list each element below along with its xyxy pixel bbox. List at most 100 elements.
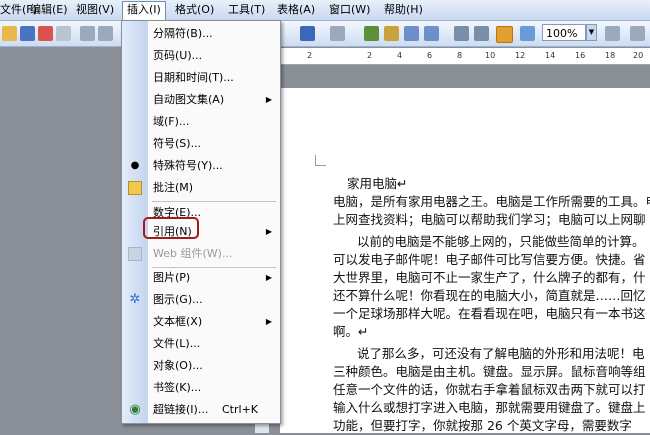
hyperlink-globe-icon: ◉ bbox=[129, 402, 141, 417]
menu-item-web-component[interactable]: Web 组件(W)... bbox=[122, 243, 280, 265]
ruler-tick: 12 bbox=[515, 51, 526, 60]
ruler-tick: 4 bbox=[397, 51, 403, 60]
menu-item-label: 自动图文集(A) bbox=[153, 93, 225, 106]
doc-line: 任意一个文件的话，你就右手拿着鼠标双击两下就可以打 bbox=[333, 382, 646, 397]
menu-window[interactable]: 窗口(W) bbox=[325, 2, 374, 18]
insert-table-icon[interactable] bbox=[404, 26, 419, 41]
save-icon[interactable] bbox=[20, 26, 35, 41]
ruler-tick: 14 bbox=[545, 51, 556, 60]
help-icon[interactable] bbox=[605, 26, 620, 41]
menu-item-label: 超链接(I)... bbox=[153, 403, 209, 416]
standard-toolbar: 100% ▼ bbox=[0, 21, 650, 47]
insert-excel-icon[interactable] bbox=[424, 26, 439, 41]
margin-corner-mark bbox=[315, 155, 326, 166]
doc-line: 一个足球场那样大呢。在看看现在吧，电脑只有一本书这 bbox=[333, 306, 646, 321]
print-icon[interactable] bbox=[80, 26, 95, 41]
menu-item-autotext[interactable]: 自动图文集(A) ▶ bbox=[122, 89, 280, 111]
menu-table[interactable]: 表格(A) bbox=[273, 2, 319, 18]
open-icon[interactable] bbox=[2, 26, 17, 41]
menu-item-bookmark[interactable]: 书签(K)... bbox=[122, 377, 280, 399]
menu-item-picture[interactable]: 图片(P) ▶ bbox=[122, 267, 280, 289]
menu-tools[interactable]: 工具(T) bbox=[224, 2, 269, 18]
doc-line: 说了那么多，可还没有了解电脑的外形和用法呢！电 bbox=[357, 346, 645, 361]
menu-bar: 文件(F) 编辑(E) 视图(V) 插入(I) 格式(O) 工具(T) 表格(A… bbox=[0, 0, 650, 21]
menu-item-label: 批注(M) bbox=[153, 181, 194, 194]
web-component-icon bbox=[128, 247, 142, 261]
permission-icon[interactable] bbox=[38, 26, 53, 41]
reference-highlight-box bbox=[143, 217, 199, 239]
doc-line: 啊。↵ bbox=[333, 324, 369, 339]
ruler-tick: 2 bbox=[367, 51, 373, 60]
menu-item-comment[interactable]: 批注(M) bbox=[122, 177, 280, 199]
ruler-tick: 2 bbox=[307, 51, 313, 60]
zoom-box[interactable]: 100% bbox=[542, 24, 586, 41]
doc-line: 还不算什么呢！你看现在的电脑大小，简直就是……回忆 bbox=[333, 288, 646, 303]
zoom-dropdown-icon[interactable]: ▼ bbox=[586, 24, 597, 41]
ruler-tick: 16 bbox=[575, 51, 586, 60]
ruler-tick: 6 bbox=[427, 51, 433, 60]
email-icon[interactable] bbox=[56, 26, 71, 41]
menu-item-label: 文件(L)... bbox=[153, 337, 201, 350]
doc-line: 大世界里，电脑可不止一家生产了，什么牌子的都有，什 bbox=[333, 270, 646, 285]
menu-item-special-symbol[interactable]: ● 特殊符号(Y)... bbox=[122, 155, 280, 177]
columns-icon[interactable] bbox=[454, 26, 469, 41]
menu-item-label: 图片(P) bbox=[153, 271, 191, 284]
doc-line: 三种颜色。电脑是由主机。键盘。显示屏。鼠标音响等组 bbox=[333, 364, 646, 379]
special-symbol-icon: ● bbox=[130, 160, 140, 171]
menu-item-shortcut: Ctrl+K bbox=[222, 403, 259, 416]
menu-item-hyperlink[interactable]: ◉ 超链接(I)... Ctrl+K bbox=[122, 399, 280, 421]
drawing-icon[interactable] bbox=[474, 26, 489, 41]
menu-item-label: 图示(G)... bbox=[153, 293, 203, 306]
doc-line: 电脑，是所有家用电器之王。电脑是工作所需要的工具。电 bbox=[333, 194, 650, 209]
menu-item-label: 域(F)... bbox=[153, 115, 190, 128]
menu-item-label: 书签(K)... bbox=[153, 381, 202, 394]
reading-mode-icon[interactable] bbox=[630, 26, 645, 41]
menu-item-label: 特殊符号(Y)... bbox=[153, 159, 223, 172]
comment-icon bbox=[128, 181, 142, 195]
menu-item-date-time[interactable]: 日期和时间(T)... bbox=[122, 67, 280, 89]
tables-borders-icon[interactable] bbox=[384, 26, 399, 41]
submenu-arrow-icon: ▶ bbox=[265, 273, 272, 282]
menu-item-label: Web 组件(W)... bbox=[153, 247, 233, 260]
doc-line: 可以发电子邮件呢！电子邮件可比写信要方便。快捷。省 bbox=[333, 252, 646, 267]
doc-line: 输入什么或想打字进入电脑，那就需要用键盘了。键盘上 bbox=[333, 400, 646, 415]
menu-item-label: 符号(S)... bbox=[153, 137, 202, 150]
submenu-arrow-icon: ▶ bbox=[265, 317, 272, 326]
submenu-arrow-icon: ▶ bbox=[265, 95, 272, 104]
show-hide-icon[interactable] bbox=[520, 26, 535, 41]
doc-line: 上网查找资料；电脑可以帮助我们学习；电脑可以上网聊 bbox=[333, 212, 646, 227]
menu-item-object[interactable]: 对象(O)... bbox=[122, 355, 280, 377]
menu-item-label: 对象(O)... bbox=[153, 359, 203, 372]
menu-help[interactable]: 帮助(H) bbox=[380, 2, 427, 18]
menu-item-file[interactable]: 文件(L)... bbox=[122, 333, 280, 355]
ruler-tick: 10 bbox=[485, 51, 496, 60]
diagram-icon: ✲ bbox=[129, 292, 141, 307]
menu-item-break[interactable]: 分隔符(B)... bbox=[122, 23, 280, 45]
menu-item-page-numbers[interactable]: 页码(U)... bbox=[122, 45, 280, 67]
ruler-tick: 20 bbox=[633, 51, 644, 60]
ruler-tick: 18 bbox=[605, 51, 616, 60]
document-map-icon[interactable] bbox=[496, 26, 513, 43]
menu-item-label: 分隔符(B)... bbox=[153, 27, 213, 40]
menu-item-text-box[interactable]: 文本框(X) ▶ bbox=[122, 311, 280, 333]
doc-line: 功能，但要打字，你就按那 26 个英文字母，需要数字 bbox=[333, 418, 632, 433]
menu-item-diagram[interactable]: ✲ 图示(G)... bbox=[122, 289, 280, 311]
menu-item-label: 页码(U)... bbox=[153, 49, 203, 62]
menu-edit[interactable]: 编辑(E) bbox=[26, 2, 72, 18]
hyperlink-icon[interactable] bbox=[364, 26, 379, 41]
menu-item-label: 日期和时间(T)... bbox=[153, 71, 234, 84]
menu-view[interactable]: 视图(V) bbox=[72, 2, 118, 18]
redo-icon[interactable] bbox=[330, 26, 345, 41]
doc-line: 以前的电脑是不能够上网的，只能做些简单的计算。 bbox=[357, 234, 645, 249]
ruler-tick: 8 bbox=[457, 51, 463, 60]
print-preview-icon[interactable] bbox=[98, 26, 113, 41]
doc-title: 家用电脑↵ bbox=[347, 176, 408, 191]
menu-item-field[interactable]: 域(F)... bbox=[122, 111, 280, 133]
menu-item-label: 文本框(X) bbox=[153, 315, 203, 328]
menu-item-symbol[interactable]: 符号(S)... bbox=[122, 133, 280, 155]
undo-icon[interactable] bbox=[300, 26, 315, 41]
menu-insert[interactable]: 插入(I) bbox=[122, 1, 166, 21]
submenu-arrow-icon: ▶ bbox=[265, 227, 272, 236]
menu-format[interactable]: 格式(O) bbox=[171, 2, 218, 18]
horizontal-ruler[interactable]: 4 2 2 4 6 8 10 12 14 16 18 20 bbox=[255, 48, 650, 65]
